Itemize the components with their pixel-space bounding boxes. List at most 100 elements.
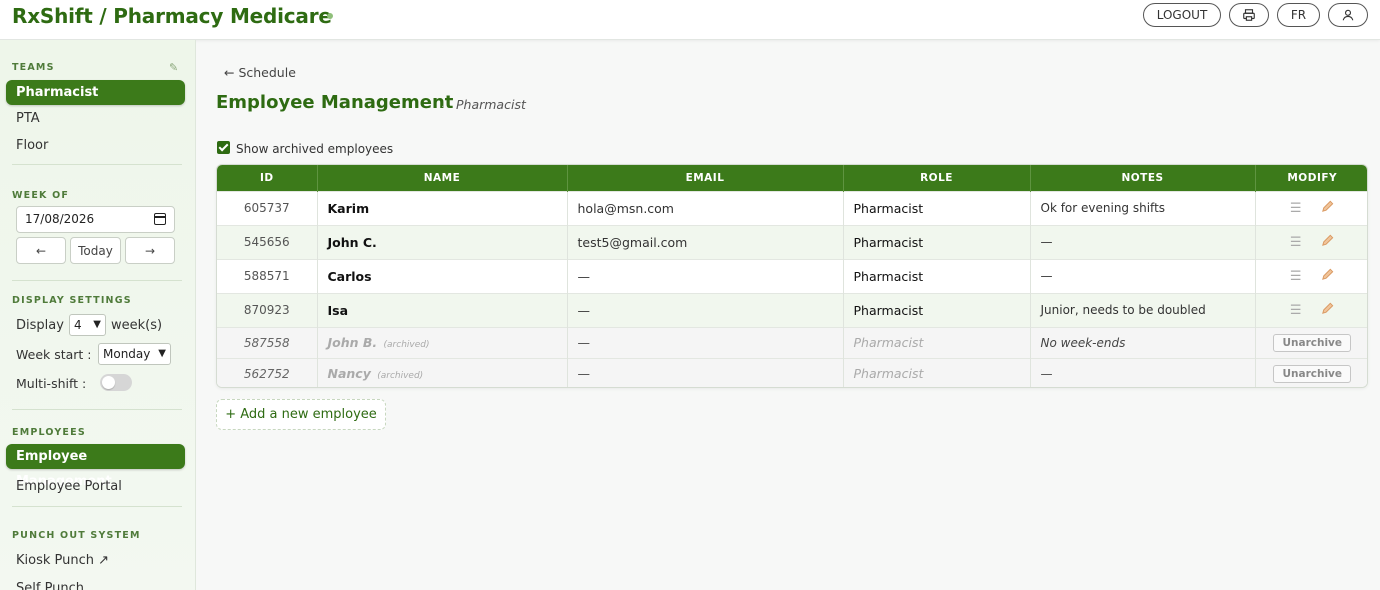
cell-name: John B. (archived) xyxy=(317,326,568,358)
next-week-button[interactable]: → xyxy=(125,237,175,264)
sidebar-item-kiosk-punch[interactable]: Kiosk Punch ↗ xyxy=(16,553,109,568)
table-header-row: ID NAME EMAIL ROLE NOTES MODIFY xyxy=(217,165,1367,191)
cell-role: Pharmacist xyxy=(843,258,1031,293)
archived-tag: (archived) xyxy=(383,340,430,350)
cell-email: — xyxy=(567,357,844,387)
cell-notes: — xyxy=(1030,224,1256,259)
table-row: 588571 Carlos — Pharmacist — ☰ xyxy=(217,258,1367,293)
sidebar-item-employee-portal[interactable]: Employee Portal xyxy=(16,479,122,494)
table-row: 545656 John C. test5@gmail.com Pharmacis… xyxy=(217,224,1367,259)
cell-name: Carlos xyxy=(317,258,568,293)
top-bar: RxShift / Pharmacy Medicare LOGOUT FR xyxy=(0,0,1380,40)
week-start-label: Week start : xyxy=(16,347,92,362)
cell-role: Pharmacist xyxy=(843,292,1031,327)
edit-icon[interactable] xyxy=(1320,233,1335,251)
show-archived-label[interactable]: Show archived employees xyxy=(236,142,393,156)
cell-id: 562752 xyxy=(217,357,318,387)
divider xyxy=(12,164,182,165)
cell-notes: — xyxy=(1030,258,1256,293)
edit-icon[interactable] xyxy=(1320,301,1335,319)
prev-week-button[interactable]: ← xyxy=(16,237,66,264)
logout-button[interactable]: LOGOUT xyxy=(1143,3,1221,27)
sidebar-item-self-punch[interactable]: Self Punch xyxy=(16,581,84,590)
employees-section-title: EMPLOYEES xyxy=(12,427,86,438)
cell-notes: — xyxy=(1030,357,1256,387)
employee-name: John B. xyxy=(327,335,378,350)
employee-name: Nancy xyxy=(327,366,371,382)
cell-notes: Junior, needs to be doubled xyxy=(1030,292,1256,327)
column-header-name: NAME xyxy=(317,165,568,191)
team-item-floor[interactable]: Floor xyxy=(16,138,48,153)
today-button[interactable]: Today xyxy=(70,237,121,264)
cell-modify: ☰ xyxy=(1255,190,1367,225)
cell-notes: Ok for evening shifts xyxy=(1030,190,1256,225)
multishift-label: Multi-shift : xyxy=(16,376,87,391)
title-separator: · xyxy=(441,101,445,112)
table-row: 605737 Karim hola@msn.com Pharmacist Ok … xyxy=(217,190,1367,225)
divider xyxy=(12,409,182,410)
menu-icon[interactable]: ☰ xyxy=(1290,303,1302,318)
edit-icon[interactable] xyxy=(1320,199,1335,217)
table-row: 870923 Isa — Pharmacist Junior, needs to… xyxy=(217,292,1367,327)
page-subtitle: Pharmacist xyxy=(456,97,526,112)
cell-id: 588571 xyxy=(217,258,318,293)
divider xyxy=(12,280,182,281)
week-start-select[interactable]: Monday ▼ xyxy=(98,343,171,365)
column-header-modify: MODIFY xyxy=(1255,165,1367,191)
language-button[interactable]: FR xyxy=(1277,3,1320,27)
cell-id: 587558 xyxy=(217,326,318,358)
menu-icon[interactable]: ☰ xyxy=(1290,235,1302,250)
back-to-schedule-link[interactable]: ← Schedule xyxy=(224,65,296,80)
show-archived-checkbox[interactable] xyxy=(217,141,230,154)
unarchive-button[interactable]: Unarchive xyxy=(1273,364,1352,383)
cell-modify: ☰ xyxy=(1255,258,1367,293)
cell-name: Karim xyxy=(317,190,568,225)
unarchive-button[interactable]: Unarchive xyxy=(1273,333,1352,352)
employees-table: ID NAME EMAIL ROLE NOTES MODIFY 605737 K… xyxy=(216,164,1368,388)
cell-modify: Unarchive xyxy=(1255,326,1367,358)
display-settings-title: DISPLAY SETTINGS xyxy=(12,295,132,306)
cell-modify: ☰ xyxy=(1255,292,1367,327)
column-header-notes: NOTES xyxy=(1030,165,1256,191)
menu-icon[interactable]: ☰ xyxy=(1290,269,1302,284)
week-start-value: Monday xyxy=(103,347,151,361)
table-row-archived: 562752 Nancy (archived) — Pharmacist — U… xyxy=(217,357,1367,387)
profile-button[interactable] xyxy=(1328,3,1368,27)
printer-icon xyxy=(1243,9,1255,21)
cell-email: — xyxy=(567,326,844,358)
weeks-count-select[interactable]: 4 ▼ xyxy=(69,314,106,336)
divider xyxy=(12,506,182,507)
cell-role: Pharmacist xyxy=(843,357,1031,387)
week-of-title: WEEK OF xyxy=(12,190,70,201)
weeks-suffix: week(s) xyxy=(111,318,163,333)
cell-name: Nancy (archived) xyxy=(317,357,568,387)
print-button[interactable] xyxy=(1229,3,1269,27)
cell-id: 605737 xyxy=(217,190,318,225)
week-date-value: 17/08/2026 xyxy=(25,212,95,226)
team-item-pharmacist[interactable]: Pharmacist xyxy=(6,80,185,105)
cell-id: 545656 xyxy=(217,224,318,259)
cell-modify: Unarchive xyxy=(1255,357,1367,387)
sidebar-item-employee-management[interactable]: Employee Management xyxy=(6,444,185,489)
cell-role: Pharmacist xyxy=(843,224,1031,259)
cell-role: Pharmacist xyxy=(843,190,1031,225)
cell-name: Isa xyxy=(317,292,568,327)
app-title: RxShift / Pharmacy Medicare xyxy=(12,4,332,28)
add-employee-button[interactable]: + Add a new employee xyxy=(216,399,386,430)
edit-icon[interactable] xyxy=(1320,267,1335,285)
cell-role: Pharmacist xyxy=(843,326,1031,358)
week-date-input[interactable]: 17/08/2026 xyxy=(16,206,175,233)
teams-section-title: TEAMS xyxy=(12,62,55,73)
status-dot xyxy=(327,13,333,19)
chevron-down-icon: ▼ xyxy=(93,319,101,330)
archived-tag: (archived) xyxy=(377,371,424,382)
cell-name: John C. xyxy=(317,224,568,259)
page-title: Employee Management xyxy=(216,92,454,113)
cell-id: 870923 xyxy=(217,292,318,327)
team-item-pta[interactable]: PTA xyxy=(16,111,40,126)
calendar-icon[interactable] xyxy=(154,213,166,225)
multishift-toggle[interactable] xyxy=(100,374,132,391)
menu-icon[interactable]: ☰ xyxy=(1290,201,1302,216)
column-header-email: EMAIL xyxy=(567,165,844,191)
edit-teams-icon[interactable]: ✎ xyxy=(169,61,178,74)
